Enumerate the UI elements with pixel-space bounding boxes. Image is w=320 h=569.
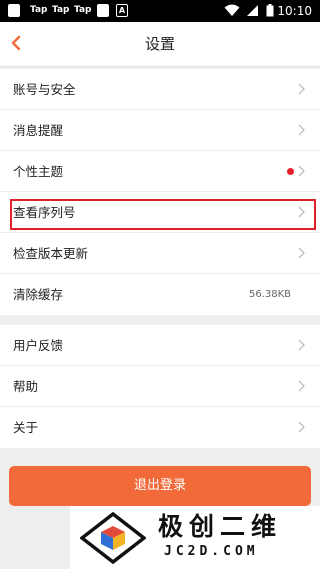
settings-item-label: 帮助 — [13, 379, 39, 394]
settings-item-label: 关于 — [13, 420, 39, 435]
new-badge-dot — [287, 168, 294, 175]
chevron-right-icon — [298, 124, 305, 136]
settings-item-clear-cache[interactable]: 清除缓存 56.38KB — [0, 274, 320, 315]
jc2d-logo-icon — [80, 512, 146, 564]
watermark: 极创二维 JC2D.COM — [70, 506, 320, 569]
settings-item-notifications[interactable]: 消息提醒 — [0, 110, 320, 151]
highlight-box — [10, 199, 316, 230]
settings-item-account-security[interactable]: 账号与安全 — [0, 69, 320, 110]
settings-item-check-update[interactable]: 检查版本更新 — [0, 233, 320, 274]
status-time: 10:10 — [277, 4, 312, 18]
wifi-icon — [224, 4, 240, 16]
settings-group-general: 账号与安全 消息提醒 个性主题 查看序列号 检查版本更新 清除缓存 56.38K… — [0, 69, 320, 315]
settings-item-label: 用户反馈 — [13, 338, 64, 353]
settings-item-theme[interactable]: 个性主题 — [0, 151, 320, 192]
chevron-right-icon — [298, 380, 305, 392]
watermark-en: JC2D.COM — [164, 544, 259, 559]
chevron-right-icon — [298, 339, 305, 351]
chevron-right-icon — [298, 421, 305, 433]
settings-item-about[interactable]: 关于 — [0, 407, 320, 448]
settings-group-support: 用户反馈 帮助 关于 — [0, 325, 320, 448]
settings-item-help[interactable]: 帮助 — [0, 366, 320, 407]
page-title: 设置 — [144, 35, 175, 53]
chevron-right-icon — [298, 165, 305, 177]
settings-item-label: 检查版本更新 — [13, 246, 89, 261]
notification-tap: Tap — [30, 5, 48, 15]
app-icon — [97, 4, 109, 17]
app-icon — [8, 4, 20, 17]
settings-item-label: 账号与安全 — [13, 82, 76, 97]
settings-item-label: 清除缓存 — [13, 287, 64, 302]
title-bar: 设置 — [0, 22, 320, 67]
chevron-right-icon — [298, 83, 305, 95]
watermark-cn: 极创二维 — [158, 512, 283, 541]
status-bar: Tap Tap Tap A 10:10 — [0, 0, 320, 22]
battery-icon — [266, 4, 274, 17]
settings-item-feedback[interactable]: 用户反馈 — [0, 325, 320, 366]
notification-tap: Tap — [74, 5, 92, 15]
logout-button[interactable]: 退出登录 — [9, 466, 311, 506]
a-badge-icon: A — [116, 4, 128, 17]
settings-item-label: 个性主题 — [13, 164, 64, 179]
signal-icon — [247, 5, 258, 16]
notification-tap: Tap — [52, 5, 70, 15]
cache-size-value: 56.38KB — [248, 289, 291, 300]
chevron-right-icon — [298, 247, 305, 259]
settings-item-label: 消息提醒 — [13, 123, 64, 138]
